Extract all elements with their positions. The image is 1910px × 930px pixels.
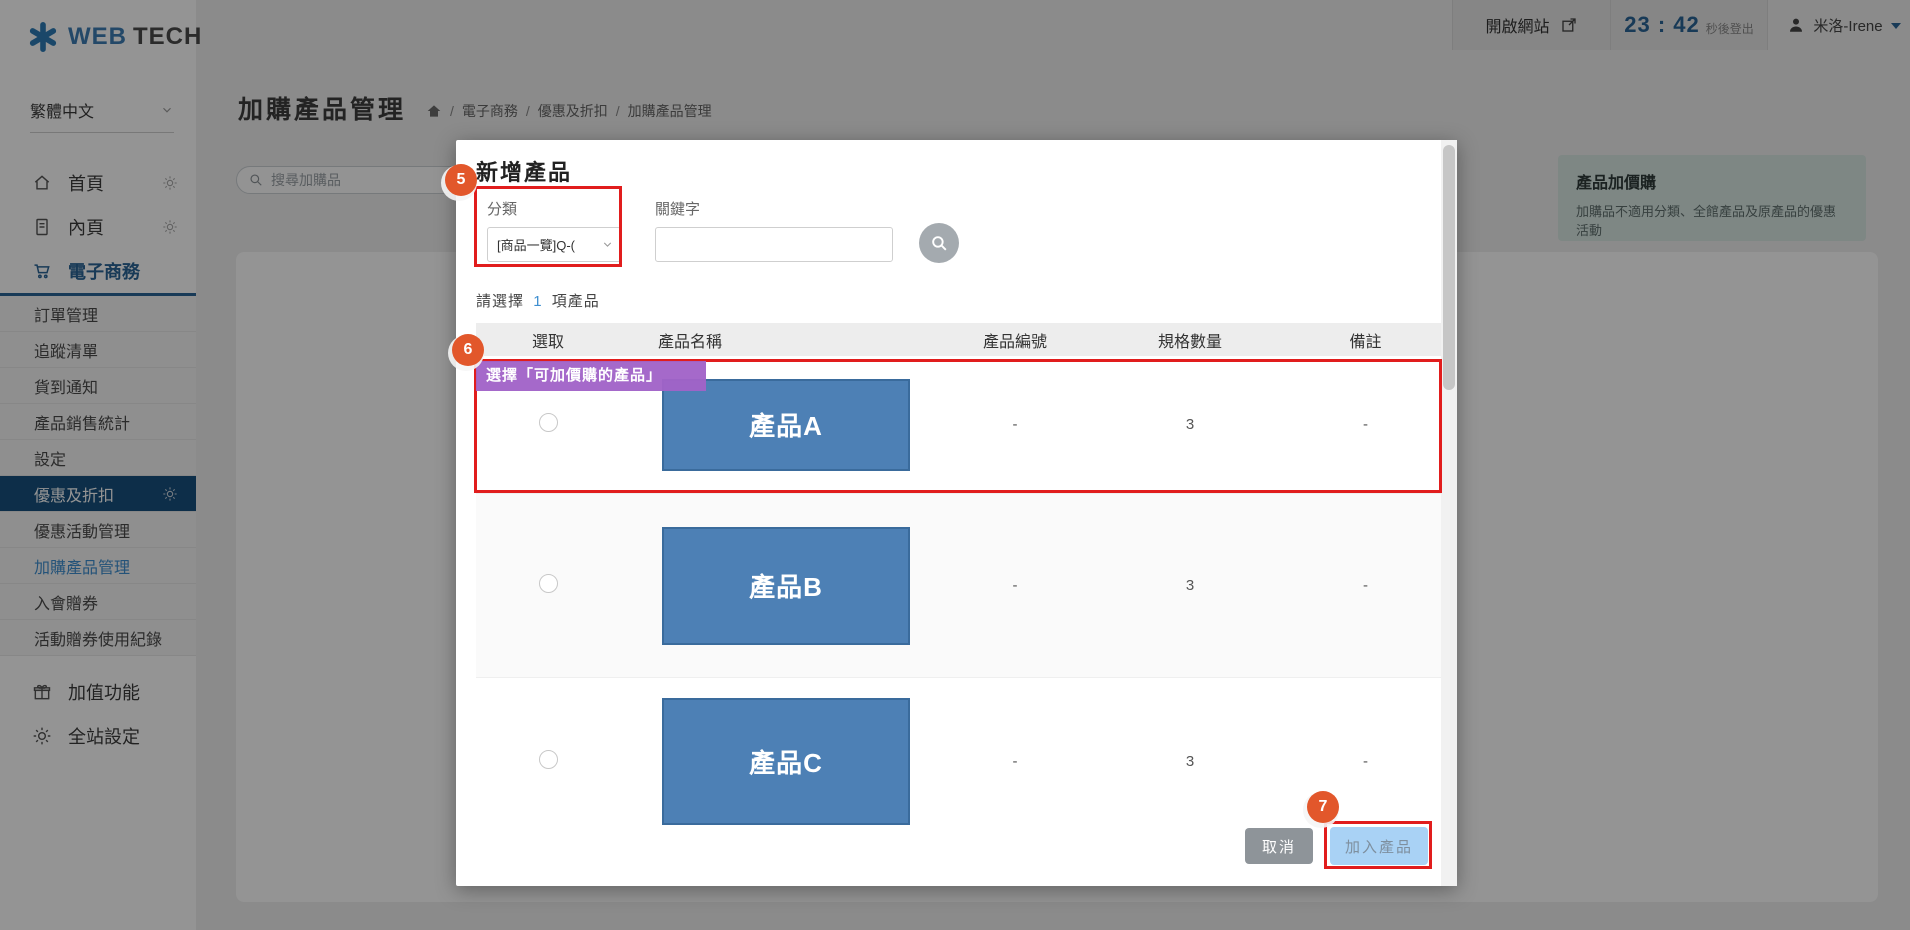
table-header-row: 選取 產品名稱 產品編號 規格數量 備註 [476,323,1441,356]
product-code: - [940,416,1090,433]
category-selected-value: [商品一覽]Q-( [497,235,601,254]
selection-hint: 請選擇 1 項產品 [476,290,600,311]
keyword-input[interactable] [655,227,893,262]
modal-filter-form: 分類 [商品一覽]Q-( 關鍵字 [487,198,959,263]
modal-scrollbar-track [1441,140,1457,886]
chevron-down-icon [601,238,614,251]
product-code: - [940,577,1090,594]
table-row: 產品C - 3 - [476,678,1441,845]
product-image: 產品B [662,527,910,645]
category-select[interactable]: [商品一覽]Q-( [487,227,621,262]
keyword-field: 關鍵字 [655,198,893,262]
annotation-step-badge-7: 7 [1307,791,1339,823]
product-table: 選取 產品名稱 產品編號 規格數量 備註 產品A - 3 - [476,323,1441,845]
header-select: 選取 [476,328,620,352]
product-image: 產品C [662,698,910,825]
hint-count: 1 [533,293,542,310]
product-radio[interactable] [539,750,558,769]
hint-prefix: 請選擇 [476,293,524,310]
modal-title: 新增產品 [476,155,572,187]
header-product-name: 產品名稱 [620,328,940,352]
header-spec-qty: 規格數量 [1090,328,1290,352]
product-image-text: 產品A [749,406,823,443]
annotation-purple-label: 選擇「可加價購的產品」 [476,361,706,391]
category-label: 分類 [487,198,621,219]
product-note: - [1290,753,1441,770]
product-radio[interactable] [539,413,558,432]
category-field: 分類 [商品一覽]Q-( [487,198,621,262]
cancel-button[interactable]: 取消 [1245,828,1313,864]
product-image: 產品A [662,379,910,471]
header-note: 備註 [1290,328,1441,352]
search-icon [930,234,949,253]
modal-search-button[interactable] [919,223,959,263]
keyword-label: 關鍵字 [655,198,893,219]
product-spec-qty: 3 [1090,577,1290,594]
product-note: - [1290,416,1441,433]
table-row: 產品B - 3 - [476,494,1441,678]
header-product-code: 產品編號 [940,328,1090,352]
product-image-text: 產品C [749,743,823,780]
add-product-modal: 新增產品 分類 [商品一覽]Q-( 關鍵字 [456,140,1457,886]
product-radio[interactable] [539,574,558,593]
annotation-step-badge-5: 5 [445,164,477,196]
product-spec-qty: 3 [1090,416,1290,433]
add-product-button[interactable]: 加入產品 [1330,827,1428,865]
product-spec-qty: 3 [1090,753,1290,770]
product-image-text: 產品B [749,567,823,604]
hint-suffix: 項產品 [552,293,600,310]
product-note: - [1290,577,1441,594]
modal-scrollbar-thumb[interactable] [1443,145,1455,390]
annotation-step-badge-6: 6 [452,334,484,366]
product-code: - [940,753,1090,770]
screen: WEB TECH 繁體中文 首頁 [0,0,1910,930]
